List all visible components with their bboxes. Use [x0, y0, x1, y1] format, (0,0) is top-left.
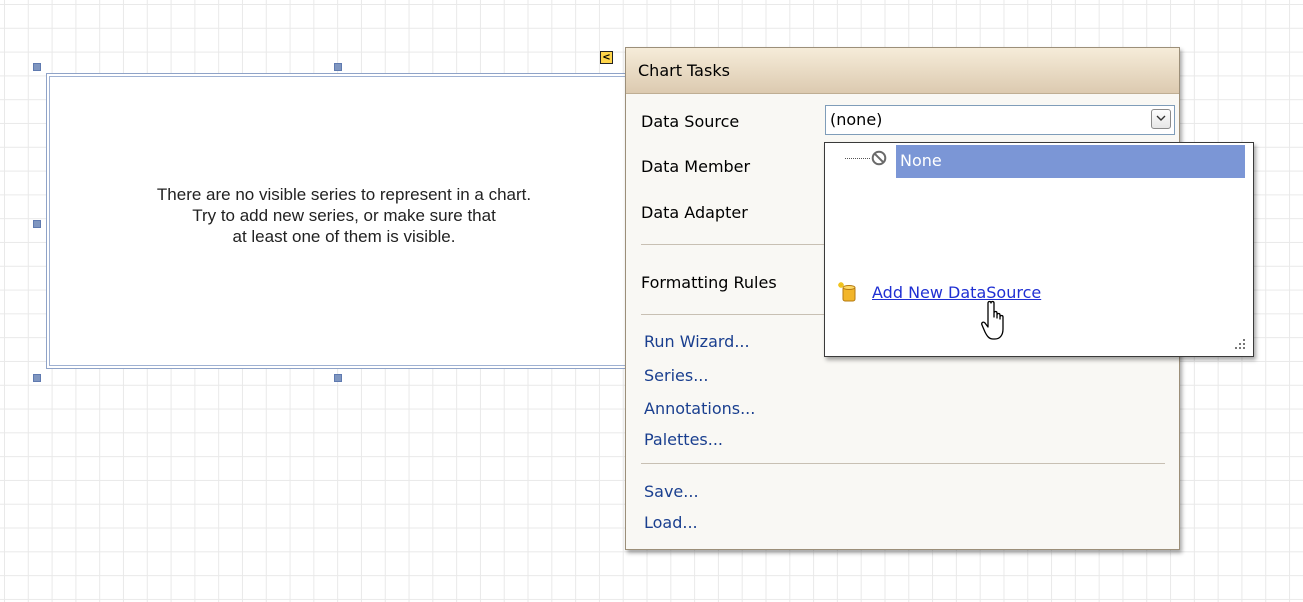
resize-grip-icon[interactable] — [1233, 337, 1247, 351]
resize-handle-bottom-center[interactable] — [334, 374, 342, 382]
data-member-label: Data Member — [641, 157, 751, 176]
series-link[interactable]: Series... — [644, 366, 708, 385]
dropdown-item-none[interactable]: None — [896, 145, 1245, 178]
formatting-rules-label: Formatting Rules — [641, 273, 777, 292]
tree-connector — [845, 158, 870, 159]
chart-message-line-2: Try to add new series, or make sure that — [192, 206, 496, 225]
add-new-datasource-link[interactable]: Add New DataSource — [872, 283, 1041, 302]
run-wizard-link[interactable]: Run Wizard... — [644, 332, 750, 351]
resize-handle-top-left[interactable] — [33, 63, 41, 71]
add-datasource-icon — [838, 282, 856, 302]
annotations-link[interactable]: Annotations... — [644, 399, 755, 418]
data-source-label: Data Source — [641, 112, 740, 131]
divider — [641, 463, 1165, 464]
data-source-value: (none) — [830, 110, 883, 129]
load-link[interactable]: Load... — [644, 513, 698, 532]
panel-title: Chart Tasks — [626, 48, 1179, 94]
smart-tag-button[interactable]: < — [600, 51, 613, 64]
chevron-down-icon[interactable] — [1151, 109, 1171, 129]
chart-empty-message: There are no visible series to represent… — [47, 184, 641, 247]
resize-handle-bottom-left[interactable] — [33, 374, 41, 382]
hand-cursor-icon — [981, 300, 1004, 340]
palettes-link[interactable]: Palettes... — [644, 430, 723, 449]
chart-message-line-1: There are no visible series to represent… — [156, 185, 532, 204]
save-link[interactable]: Save... — [644, 482, 699, 501]
none-icon — [871, 150, 887, 166]
chart-control[interactable]: There are no visible series to represent… — [46, 73, 642, 369]
data-source-dropdown: None Add New DataSource — [824, 142, 1254, 357]
chart-message-line-3: at least one of them is visible. — [232, 227, 456, 246]
resize-handle-top-center[interactable] — [334, 63, 342, 71]
resize-handle-middle-left[interactable] — [33, 220, 41, 228]
data-adapter-label: Data Adapter — [641, 203, 748, 222]
data-source-combo[interactable]: (none) — [825, 105, 1175, 135]
